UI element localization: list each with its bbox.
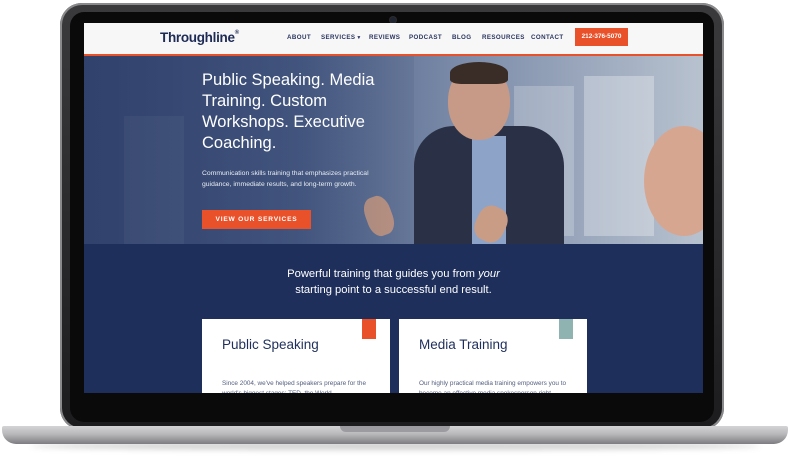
nav-reviews[interactable]: REVIEWS [369,34,400,41]
nav-blog[interactable]: BLOG [452,34,471,41]
nav-podcast[interactable]: PODCAST [409,34,442,41]
card-description: Since 2004, we've helped speakers prepar… [222,380,367,393]
hero-subtitle: Communication skills training that empha… [202,170,369,188]
services-section: Powerful training that guides you from y… [84,244,703,393]
nav-resources[interactable]: RESOURCES [482,34,525,41]
nav-about[interactable]: ABOUT [287,34,311,41]
card-flag-icon [362,319,376,339]
service-card-public-speaking[interactable]: Public Speaking Since 2004, we've helped… [202,319,390,393]
service-card-media-training[interactable]: Media Training Our highly practical medi… [399,319,587,393]
view-services-button[interactable]: VIEW OUR SERVICES [202,210,311,229]
chevron-down-icon: ▼ [356,35,362,41]
speaker-hair [450,62,508,84]
nav-contact[interactable]: CONTACT [531,34,564,41]
background-building [584,76,654,236]
hero-title: Public Speaking. Media Training. Custom … [202,71,375,152]
nav-services-label: SERVICES [321,34,356,41]
laptop-screen: Throughline® ABOUT SERVICES▼ REVIEWS POD… [84,23,703,393]
card-description: Our highly practical media training empo… [419,380,567,393]
top-navbar: Throughline® ABOUT SERVICES▼ REVIEWS POD… [84,23,703,56]
nav-services[interactable]: SERVICES▼ [321,34,362,41]
section-tagline: Powerful training that guides you from y… [287,268,500,296]
card-flag-icon [559,319,573,339]
card-title: Public Speaking [222,337,319,352]
phone-button[interactable]: 212-376-5070 [575,28,628,46]
hero-section: Public Speaking. Media Training. Custom … [84,56,703,244]
laptop-notch [340,426,450,432]
card-title: Media Training [419,337,508,352]
throughline-logo[interactable]: Throughline® [160,30,239,45]
